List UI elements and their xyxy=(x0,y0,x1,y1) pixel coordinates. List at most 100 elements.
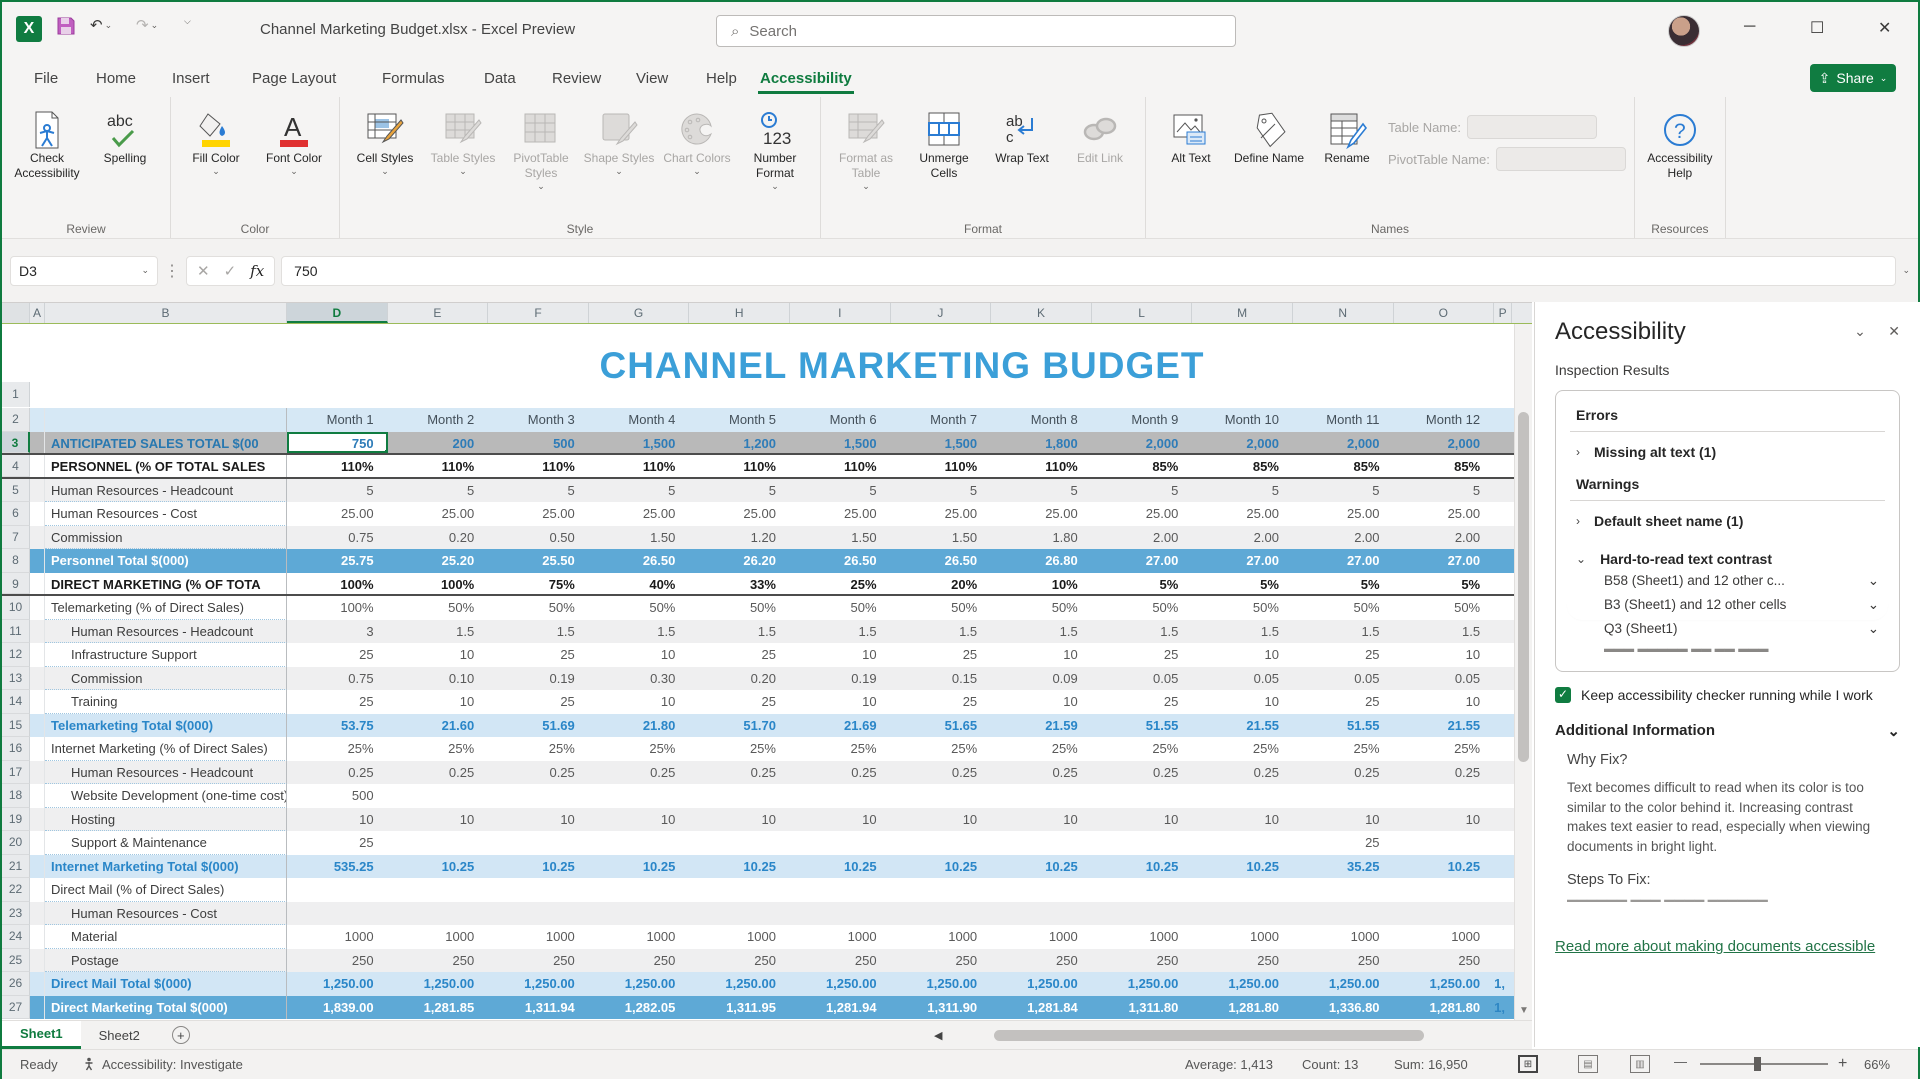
column-header-H[interactable]: H xyxy=(689,303,790,323)
cell[interactable] xyxy=(689,878,790,902)
cell[interactable]: 5 xyxy=(1293,479,1394,503)
row-label[interactable]: Direct Mail Total $(000) xyxy=(45,972,287,996)
column-header-K[interactable]: K xyxy=(991,303,1092,323)
cell[interactable]: 1.5 xyxy=(1293,620,1394,644)
rename-button[interactable]: Rename xyxy=(1310,103,1384,166)
row-number[interactable]: 5 xyxy=(2,479,30,503)
cell[interactable]: 5 xyxy=(1192,479,1293,503)
cell[interactable]: 1.20 xyxy=(689,526,790,550)
month-header[interactable]: Month 11 xyxy=(1293,408,1394,432)
cell[interactable]: 5 xyxy=(991,479,1092,503)
cell[interactable]: 51.65 xyxy=(891,714,992,738)
zoom-slider-thumb[interactable] xyxy=(1754,1057,1761,1071)
cell[interactable]: 500 xyxy=(488,432,589,454)
clipped-cell[interactable] xyxy=(1494,455,1512,477)
cell[interactable]: 10 xyxy=(991,808,1092,832)
cell[interactable]: 25 xyxy=(1092,690,1193,714)
clipped-cell[interactable] xyxy=(1494,925,1512,949)
redo-button[interactable]: ↷⌄ xyxy=(136,16,158,34)
cell[interactable]: 1.50 xyxy=(891,526,992,550)
cell[interactable] xyxy=(790,784,891,808)
cell[interactable]: 10 xyxy=(689,808,790,832)
pane-collapse-icon[interactable]: ⌄ xyxy=(1854,323,1866,339)
checkbox-checked-icon[interactable]: ✓ xyxy=(1555,687,1571,703)
cell[interactable] xyxy=(1092,784,1193,808)
cell[interactable]: 10 xyxy=(1192,808,1293,832)
undo-button[interactable]: ↶⌄ xyxy=(90,16,112,34)
cell[interactable] xyxy=(1293,878,1394,902)
cell[interactable]: 10 xyxy=(1394,808,1495,832)
cell[interactable]: 5 xyxy=(388,479,489,503)
cell[interactable]: 250 xyxy=(388,949,489,973)
tab-scroll-left-icon[interactable]: ◀ xyxy=(934,1029,942,1042)
error-item-missing-alt-text[interactable]: › Missing alt text (1) xyxy=(1570,432,1885,470)
cell[interactable]: 10 xyxy=(1192,690,1293,714)
formula-input[interactable]: 750 xyxy=(281,256,1896,286)
cell[interactable]: 110% xyxy=(991,455,1092,477)
clipped-cell[interactable] xyxy=(1494,690,1512,714)
cell[interactable]: 5 xyxy=(891,479,992,503)
font-color-button[interactable]: A Font Color ⌄ xyxy=(257,103,331,177)
cell[interactable]: 0.19 xyxy=(790,667,891,691)
cell[interactable]: 53.75 xyxy=(287,714,388,738)
row-number[interactable]: 24 xyxy=(2,925,30,949)
cell[interactable]: 25.00 xyxy=(488,502,589,526)
vertical-scrollbar[interactable]: ▼ xyxy=(1514,324,1532,1020)
zoom-out-button[interactable]: — xyxy=(1674,1054,1687,1069)
horizontal-scrollbar[interactable] xyxy=(952,1030,1510,1041)
new-sheet-button[interactable]: + xyxy=(172,1026,190,1044)
cell[interactable]: 250 xyxy=(287,949,388,973)
clipped-cell[interactable] xyxy=(1494,620,1512,644)
row-label[interactable]: Direct Marketing Total $(000) xyxy=(45,996,287,1020)
cell[interactable]: 10 xyxy=(589,643,690,667)
share-button[interactable]: ⇪ Share ⌄ xyxy=(1810,64,1896,92)
cell[interactable]: 25% xyxy=(589,737,690,761)
cell[interactable]: 85% xyxy=(1192,455,1293,477)
cell[interactable] xyxy=(689,831,790,855)
cell[interactable]: 25% xyxy=(991,737,1092,761)
cell[interactable]: 0.25 xyxy=(1394,761,1495,785)
cell[interactable]: 50% xyxy=(891,596,992,620)
cell[interactable]: 10 xyxy=(589,690,690,714)
cell[interactable]: 250 xyxy=(891,949,992,973)
row-number[interactable]: 10 xyxy=(2,596,30,620)
cell[interactable]: 25 xyxy=(287,831,388,855)
cell[interactable]: 110% xyxy=(388,455,489,477)
cell[interactable]: 0.25 xyxy=(1092,761,1193,785)
row-number[interactable]: 16 xyxy=(2,737,30,761)
row-label[interactable]: Human Resources - Cost xyxy=(45,902,287,926)
cell[interactable]: 1,250.00 xyxy=(891,972,992,996)
month-header[interactable]: Month 10 xyxy=(1192,408,1293,432)
cell[interactable]: 25% xyxy=(1192,737,1293,761)
format-as-table-button[interactable]: Format as Table ⌄ xyxy=(829,103,903,192)
cell[interactable]: 0.30 xyxy=(589,667,690,691)
row-label[interactable]: Telemarketing (% of Direct Sales) xyxy=(45,596,287,620)
warning-item-default-sheet-name[interactable]: › Default sheet name (1) xyxy=(1570,501,1885,539)
cell[interactable]: 26.20 xyxy=(689,549,790,573)
qat-customize-button[interactable]: ⌵ xyxy=(184,16,191,27)
cell[interactable] xyxy=(891,902,992,926)
clipped-cell[interactable] xyxy=(1494,502,1512,526)
page-layout-view-icon[interactable]: ▤ xyxy=(1578,1055,1598,1073)
row-label[interactable]: Commission xyxy=(45,526,287,550)
cell[interactable] xyxy=(1394,878,1495,902)
check-accessibility-button[interactable]: Check Accessibility xyxy=(10,103,84,181)
cell[interactable]: 1.5 xyxy=(1192,620,1293,644)
clipped-cell[interactable]: 1, xyxy=(1494,972,1512,996)
scroll-down-icon[interactable]: ▼ xyxy=(1519,1005,1529,1016)
cell[interactable] xyxy=(790,902,891,926)
cell[interactable]: 5 xyxy=(287,479,388,503)
cell[interactable]: 33% xyxy=(689,573,790,595)
cell[interactable]: 51.70 xyxy=(689,714,790,738)
cell[interactable]: 10.25 xyxy=(1192,855,1293,879)
cell[interactable]: 1,311.90 xyxy=(891,996,992,1020)
cell[interactable]: 10 xyxy=(790,690,891,714)
cell[interactable] xyxy=(790,831,891,855)
cell[interactable]: 2.00 xyxy=(1092,526,1193,550)
cell[interactable]: 5% xyxy=(1293,573,1394,595)
cell[interactable]: 1000 xyxy=(388,925,489,949)
month-header[interactable]: Month 8 xyxy=(991,408,1092,432)
clipped-cell[interactable] xyxy=(1494,596,1512,620)
maximize-button[interactable]: ☐ xyxy=(1810,18,1824,38)
cell[interactable]: 110% xyxy=(488,455,589,477)
